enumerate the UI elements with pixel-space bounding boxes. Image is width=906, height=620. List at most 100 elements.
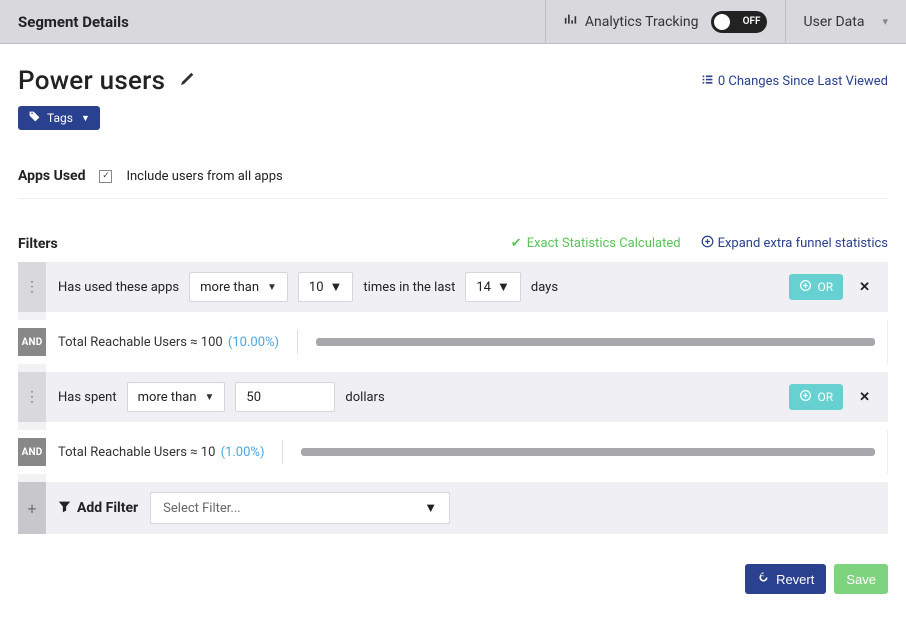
caret-down-icon: ▼: [497, 279, 510, 295]
reach-text: Total Reachable Users ≈ 10 (1.00%): [58, 445, 264, 460]
analytics-tracking-section: Analytics Tracking OFF: [545, 0, 785, 44]
filters-header: Filters ✔ Exact Statistics Calculated Ex…: [18, 235, 888, 252]
user-data-label: User Data: [804, 14, 865, 30]
add-filter-button[interactable]: +: [18, 482, 46, 534]
exact-statistics-indicator: ✔ Exact Statistics Calculated: [511, 236, 681, 251]
value-text: 50: [246, 390, 261, 405]
content: Power users 0 Changes Since Last Viewed …: [0, 44, 906, 620]
reach-prefix: Total Reachable Users ≈: [58, 445, 201, 460]
include-all-apps-label: Include users from all apps: [126, 169, 282, 184]
drag-handle-icon[interactable]: ⋮: [18, 372, 46, 422]
rule-reach-row: AND Total Reachable Users ≈ 100 (10.00%): [18, 320, 888, 364]
bar-chart-icon: [564, 13, 577, 30]
add-filter-label: Add Filter: [58, 500, 138, 517]
or-label: OR: [817, 280, 833, 294]
undo-icon: [757, 571, 770, 587]
close-icon[interactable]: ✕: [853, 390, 876, 405]
page-title: Segment Details: [0, 13, 545, 31]
filter-select-placeholder: Select Filter...: [163, 501, 241, 516]
caret-down-icon: ▼: [330, 279, 343, 295]
top-bar: Segment Details Analytics Tracking OFF U…: [0, 0, 906, 44]
user-data-menu[interactable]: User Data ▾: [785, 0, 906, 44]
filters-section: Filters ✔ Exact Statistics Calculated Ex…: [18, 235, 888, 534]
tag-icon: [28, 110, 41, 126]
revert-label: Revert: [776, 572, 814, 587]
rule-text-pre: Has spent: [58, 390, 117, 405]
filter-rule-body: Has spent more than ▼ 50 dollars OR: [46, 372, 888, 422]
caret-down-icon: ▼: [81, 113, 90, 124]
list-icon: [701, 73, 714, 90]
operator-label: more than: [138, 390, 197, 405]
rule-text-post: dollars: [345, 390, 384, 405]
reach-number: 100: [201, 335, 223, 350]
caret-down-icon: ▼: [424, 500, 437, 516]
close-icon[interactable]: ✕: [853, 280, 876, 295]
analytics-tracking-label: Analytics Tracking: [585, 14, 699, 30]
and-badge: AND: [18, 438, 46, 466]
chevron-down-icon: ▾: [882, 15, 888, 28]
revert-button[interactable]: Revert: [745, 564, 826, 594]
changes-since-viewed[interactable]: 0 Changes Since Last Viewed: [701, 73, 888, 90]
footer-actions: Revert Save: [18, 564, 888, 602]
caret-down-icon: ▼: [267, 282, 277, 293]
filter-select[interactable]: Select Filter... ▼: [150, 492, 450, 524]
reach-row: Total Reachable Users ≈ 10 (1.00%): [46, 430, 888, 474]
and-badge: AND: [18, 328, 46, 356]
changes-link-text: 0 Changes Since Last Viewed: [718, 74, 888, 89]
plus-circle-icon: [701, 235, 714, 252]
or-label: OR: [817, 390, 833, 404]
reach-number: 10: [201, 445, 216, 460]
drag-handle-icon[interactable]: ⋮: [18, 262, 46, 312]
segment-name: Power users: [18, 66, 165, 96]
reach-row: Total Reachable Users ≈ 100 (10.00%): [46, 320, 888, 364]
value2-text: 14: [476, 280, 491, 295]
include-all-apps-checkbox[interactable]: ✓: [99, 170, 112, 183]
rule-text-post: days: [531, 280, 558, 295]
save-button[interactable]: Save: [834, 564, 888, 594]
value-input[interactable]: 10 ▼: [298, 272, 354, 302]
or-button[interactable]: OR: [789, 274, 843, 300]
save-label: Save: [846, 572, 876, 587]
filter-rule-body: Has used these apps more than ▼ 10 ▼ tim…: [46, 262, 888, 312]
reach-pct: (1.00%): [221, 445, 265, 460]
operator-dropdown[interactable]: more than ▼: [189, 272, 288, 302]
divider: [297, 330, 298, 354]
rule-text-pre: Has used these apps: [58, 280, 179, 295]
filter-rule: ⋮ Has used these apps more than ▼ 10 ▼ t…: [18, 262, 888, 312]
rule-text-mid: times in the last: [363, 280, 455, 295]
add-filter-text: Add Filter: [77, 500, 138, 516]
analytics-tracking-toggle[interactable]: OFF: [711, 11, 767, 33]
tags-button-label: Tags: [47, 111, 73, 125]
reach-prefix: Total Reachable Users ≈: [58, 335, 201, 350]
filters-label: Filters: [18, 236, 58, 252]
operator-label: more than: [200, 280, 259, 295]
reach-bar: [316, 338, 875, 346]
title-row: Power users 0 Changes Since Last Viewed: [18, 66, 888, 96]
rules-list: ⋮ Has used these apps more than ▼ 10 ▼ t…: [18, 262, 888, 534]
plus-circle-icon: [799, 389, 812, 405]
expand-funnel-label: Expand extra funnel statistics: [718, 236, 888, 251]
apps-used-label: Apps Used: [18, 168, 85, 184]
reach-text: Total Reachable Users ≈ 100 (10.00%): [58, 335, 279, 350]
caret-down-icon: ▼: [205, 392, 215, 403]
toggle-state-label: OFF: [743, 16, 761, 27]
value2-input[interactable]: 14 ▼: [465, 272, 521, 302]
value-input[interactable]: 50: [235, 382, 335, 412]
expand-funnel-link[interactable]: Expand extra funnel statistics: [701, 235, 888, 252]
divider: [282, 440, 283, 464]
reach-bar: [301, 448, 875, 456]
apps-used-row: Apps Used ✓ Include users from all apps: [18, 168, 888, 199]
funnel-icon: [58, 500, 71, 517]
tags-button[interactable]: Tags ▼: [18, 106, 100, 130]
pencil-icon[interactable]: [179, 71, 195, 91]
add-filter-row: + Add Filter Select Filter... ▼: [18, 482, 888, 534]
exact-statistics-label: Exact Statistics Calculated: [527, 236, 681, 251]
reach-pct: (10.00%): [228, 335, 279, 350]
rule-reach-row: AND Total Reachable Users ≈ 10 (1.00%): [18, 430, 888, 474]
add-filter-body: Add Filter Select Filter... ▼: [46, 482, 888, 534]
filter-rule: ⋮ Has spent more than ▼ 50 dollars: [18, 372, 888, 422]
operator-dropdown[interactable]: more than ▼: [127, 382, 226, 412]
or-button[interactable]: OR: [789, 384, 843, 410]
checkmark-icon: ✔: [511, 236, 522, 251]
value-text: 10: [309, 280, 324, 295]
